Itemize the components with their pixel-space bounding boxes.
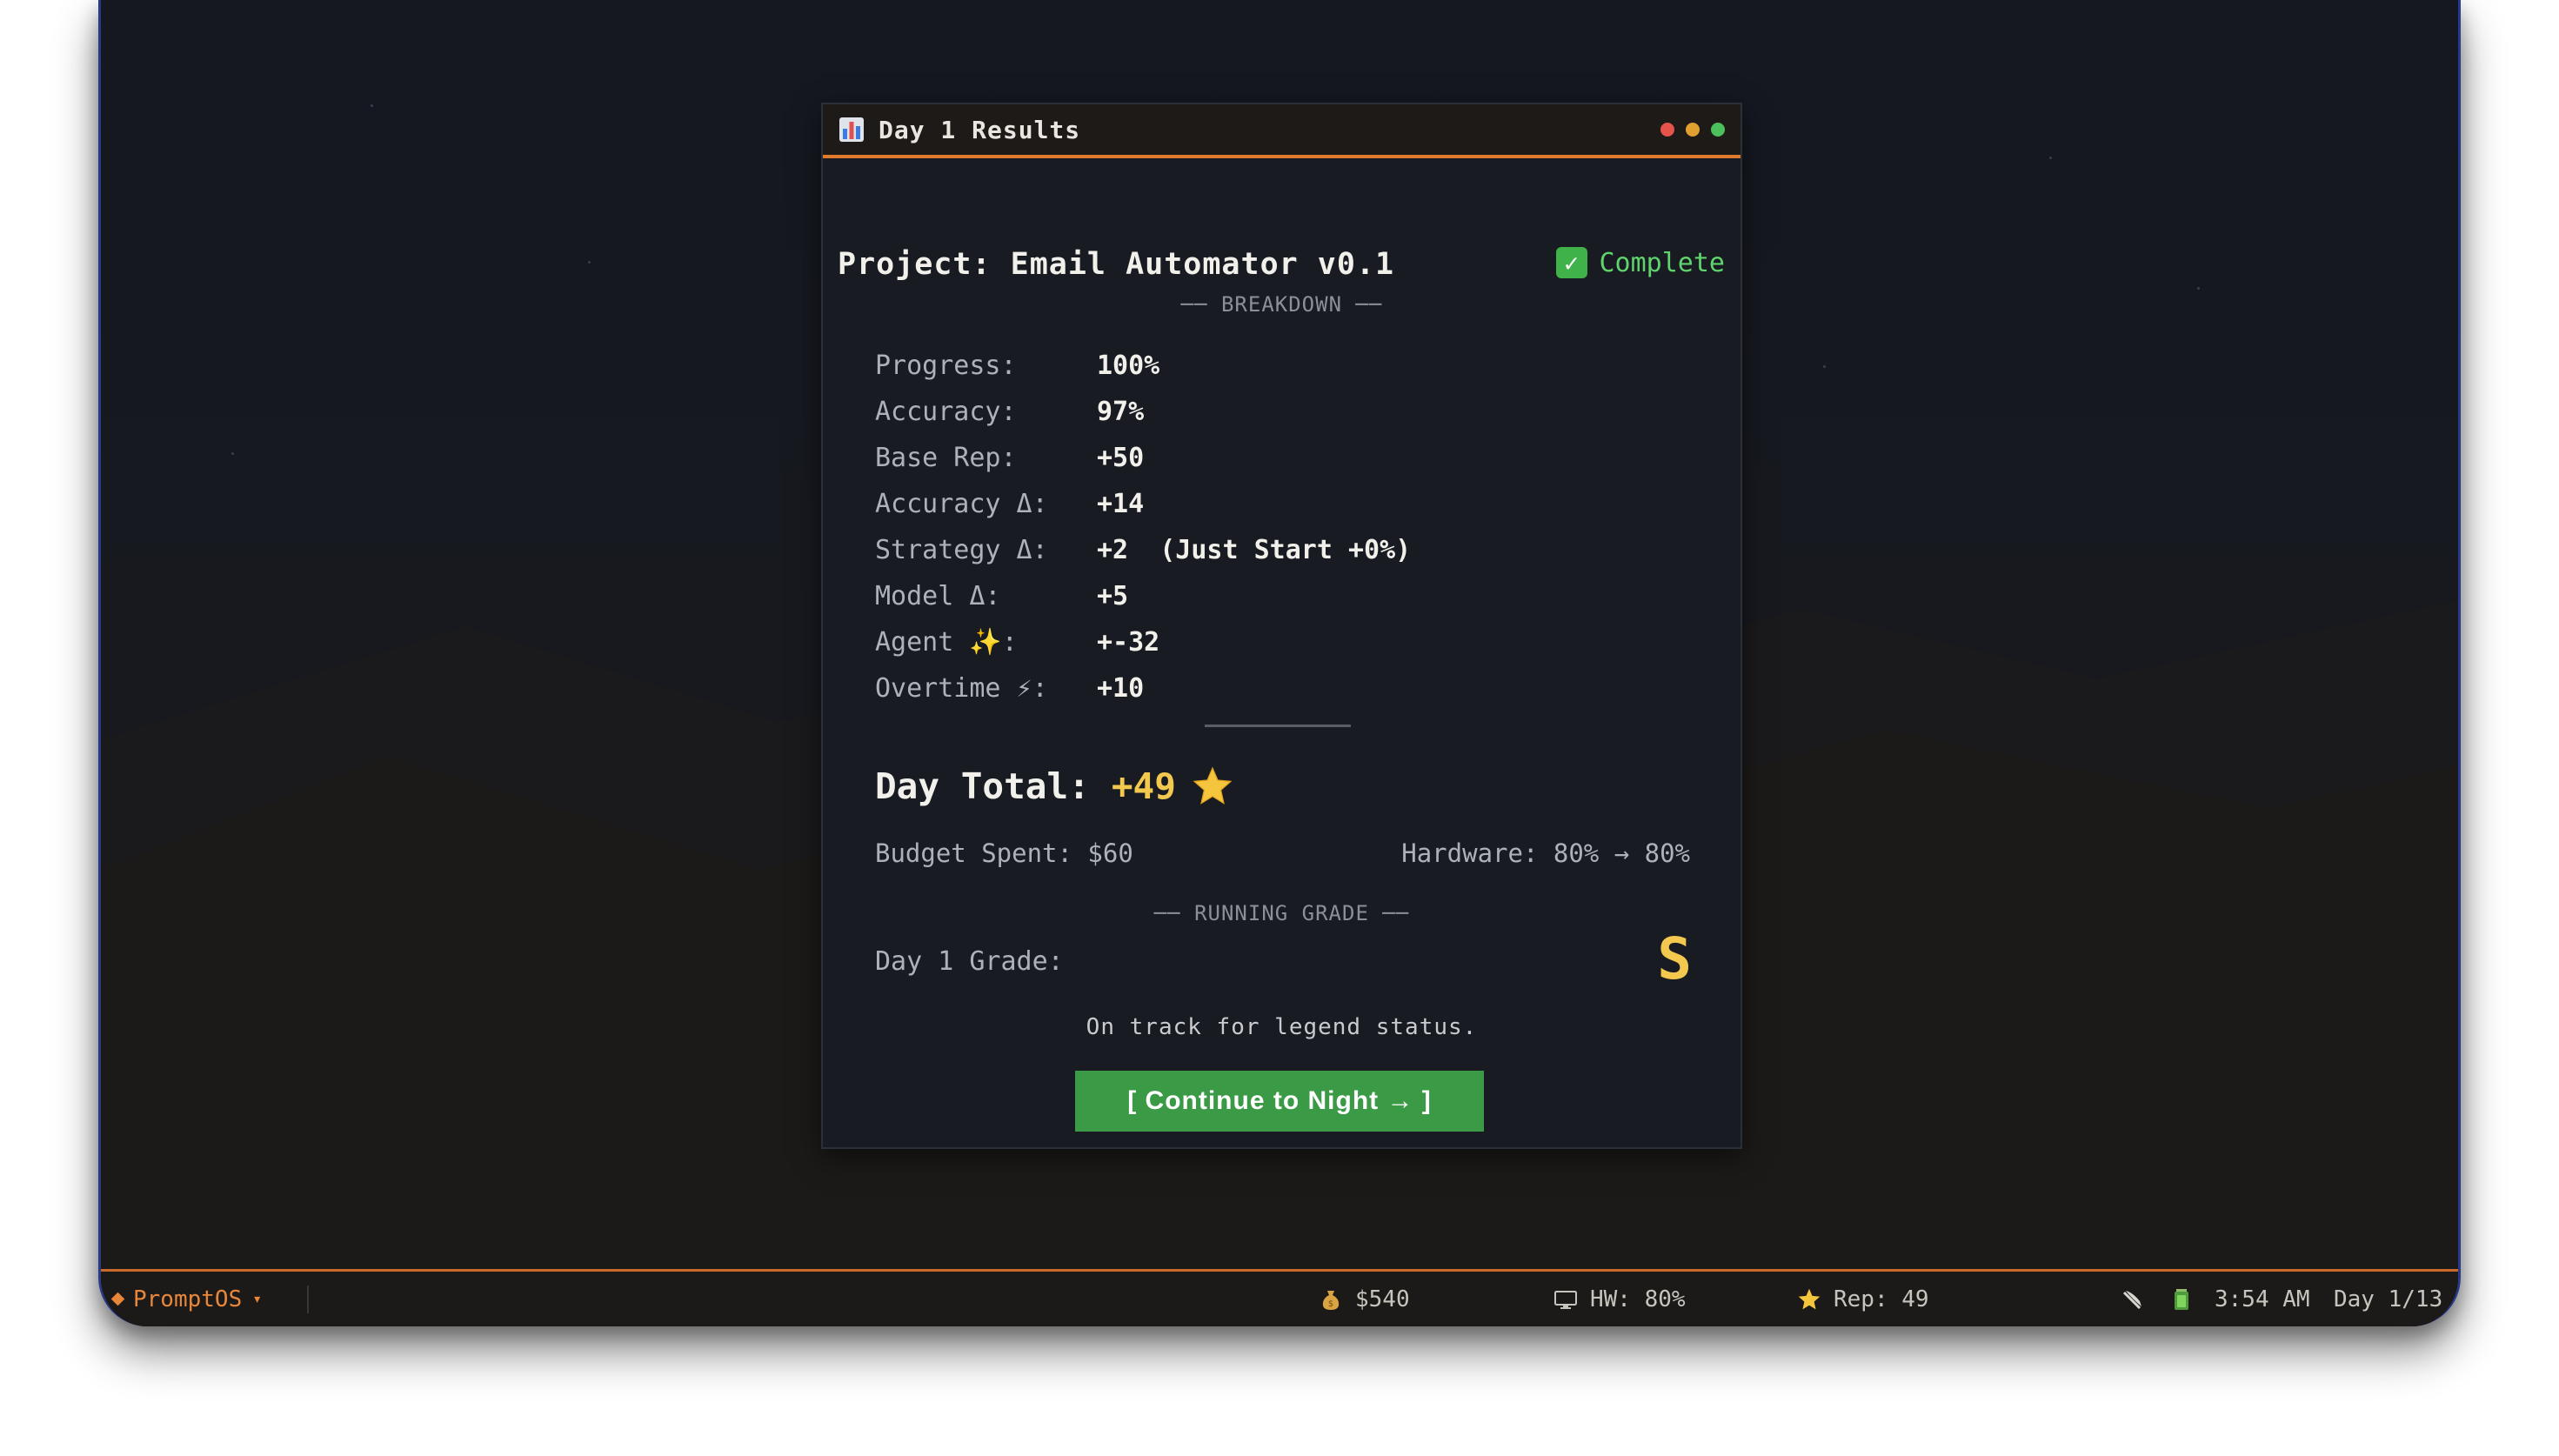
monitor-icon	[1554, 1290, 1577, 1309]
hardware-indicator: HW: 80%	[1553, 1286, 1686, 1312]
day-counter-value: Day 1/13	[2334, 1286, 2443, 1312]
row-value: +-32	[1097, 627, 1160, 658]
row-value: +50	[1097, 443, 1145, 473]
budget-spent: Budget Spent: $60	[875, 838, 1133, 868]
breakdown-list: Progress: 100% Accuracy: 97% Base Rep: +…	[875, 343, 1411, 711]
breakdown-row-agent: Agent ✨: +-32	[875, 619, 1411, 665]
day-counter: Day 1/13	[2334, 1286, 2442, 1312]
row-label: Base Rep:	[875, 443, 1017, 473]
row-label: Model Δ:	[875, 581, 1001, 611]
battery-icon	[2175, 1288, 2188, 1310]
status-badge: ✓ Complete	[1555, 247, 1726, 278]
row-label: Strategy Δ:	[875, 535, 1048, 565]
money-value: $540	[1355, 1286, 1410, 1312]
window-titlebar[interactable]: Day 1 Results	[823, 104, 1741, 158]
window-controls	[1660, 123, 1725, 137]
total-divider	[1205, 725, 1351, 727]
reputation-value: Rep: 49	[1834, 1286, 1929, 1312]
row-value: +14	[1097, 489, 1145, 519]
battery-indicator[interactable]	[2169, 1287, 2194, 1312]
taskbar-separator	[307, 1285, 310, 1313]
network-indicator[interactable]	[2121, 1287, 2145, 1312]
chevron-down-icon: ▾	[252, 1290, 263, 1308]
window-title: Day 1 Results	[879, 115, 1081, 144]
grade-label: Day 1 Grade:	[875, 946, 1064, 977]
reputation-indicator: Rep: 49	[1797, 1286, 1929, 1312]
taskbar: PromptOS ▾ $ $540 HW: 80% Rep: 49 3:54 A…	[101, 1269, 2458, 1326]
breakdown-row-base-rep: Base Rep: +50	[875, 435, 1411, 481]
breakdown-row-model-delta: Model Δ: +5	[875, 573, 1411, 619]
breakdown-row-accuracy-delta: Accuracy Δ: +14	[875, 481, 1411, 527]
satellite-icon	[2122, 1290, 2141, 1309]
hardware-change: Hardware: 80% → 80%	[1401, 838, 1690, 868]
running-grade-heading: ── RUNNING GRADE ──	[1153, 901, 1410, 925]
row-value: +2 (Just Start +0%)	[1097, 535, 1412, 565]
maximize-window-button[interactable]	[1711, 123, 1725, 137]
row-label: Accuracy:	[875, 397, 1017, 427]
star-icon	[1193, 766, 1233, 805]
continue-to-night-button[interactable]: [ Continue to Night → ]	[1075, 1071, 1484, 1132]
breakdown-heading: ── BREAKDOWN ──	[1180, 292, 1383, 317]
star-icon	[1798, 1288, 1821, 1309]
grade-value: S	[1657, 925, 1692, 992]
start-menu-button[interactable]: PromptOS ▾	[110, 1286, 263, 1312]
breakdown-row-strategy-delta: Strategy Δ: +2 (Just Start +0%)	[875, 527, 1411, 573]
clock[interactable]: 3:54 AM	[2215, 1286, 2310, 1312]
desktop-screen: Day 1 Results Project: Email Automator v…	[98, 0, 2461, 1326]
row-label: Progress:	[875, 351, 1017, 381]
bar-chart-icon	[839, 117, 864, 142]
project-title: Project: Email Automator v0.1	[838, 247, 1395, 282]
svg-text:$: $	[1328, 1299, 1333, 1309]
breakdown-row-progress: Progress: 100%	[875, 343, 1411, 389]
results-window: Day 1 Results Project: Email Automator v…	[821, 103, 1742, 1149]
row-label: Overtime ⚡:	[875, 673, 1048, 704]
row-label: Agent ✨:	[875, 627, 1018, 658]
day-total: Day Total: +49	[875, 765, 1233, 807]
breakdown-row-overtime: Overtime ⚡: +10	[875, 665, 1411, 711]
status-label: Complete	[1599, 247, 1726, 278]
money-indicator: $ $540	[1319, 1286, 1410, 1312]
hardware-value: HW: 80%	[1590, 1286, 1686, 1312]
close-window-button[interactable]	[1660, 123, 1674, 137]
row-value: +5	[1097, 581, 1129, 611]
grade-flavor-text: On track for legend status.	[1086, 1014, 1478, 1040]
row-label: Accuracy Δ:	[875, 489, 1048, 519]
check-icon: ✓	[1555, 247, 1587, 278]
breakdown-row-accuracy: Accuracy: 97%	[875, 389, 1411, 435]
clock-time: 3:54 AM	[2215, 1286, 2310, 1312]
diamond-icon	[110, 1292, 125, 1306]
money-bag-icon: $	[1322, 1290, 1340, 1310]
row-value: 100%	[1097, 351, 1160, 381]
brand-label: PromptOS	[133, 1286, 243, 1312]
day-total-value: +49	[1111, 765, 1176, 807]
row-value: +10	[1097, 673, 1145, 704]
row-value: 97%	[1097, 397, 1145, 427]
minimize-window-button[interactable]	[1686, 123, 1700, 137]
day-total-label: Day Total:	[875, 765, 1090, 807]
